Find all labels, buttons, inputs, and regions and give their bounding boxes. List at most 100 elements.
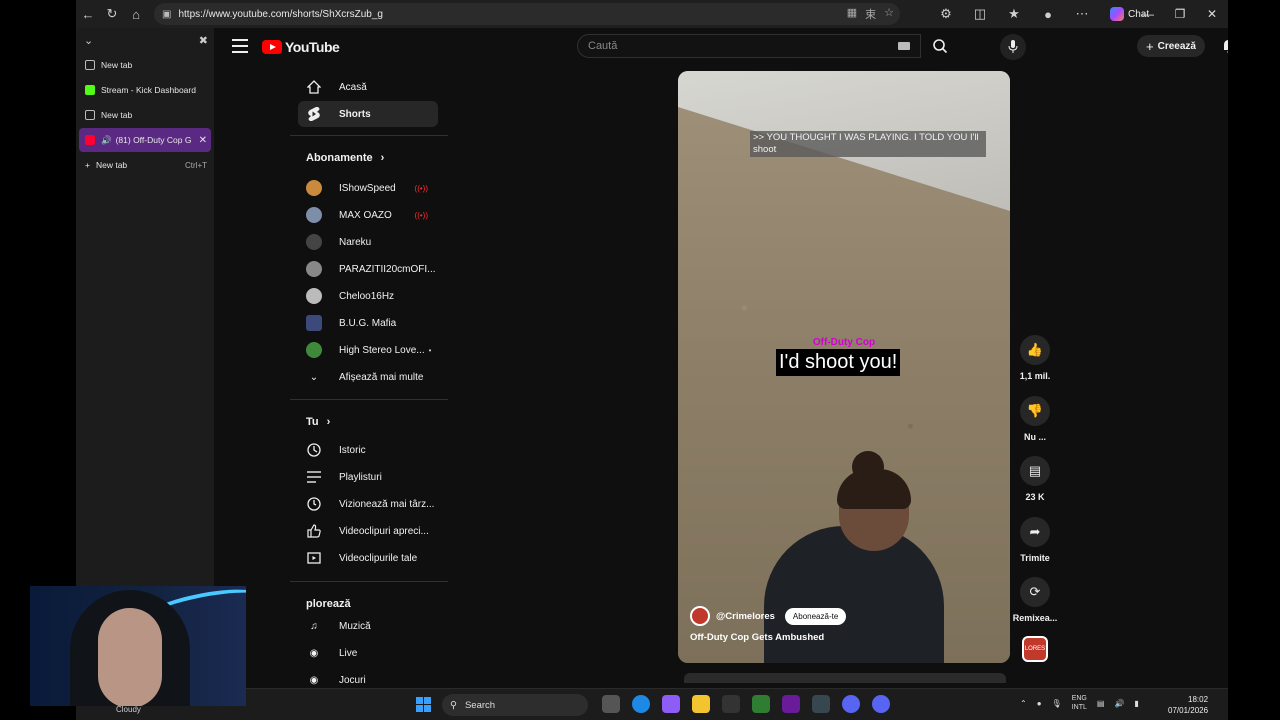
taskbar-clock[interactable]: 18:02 07/01/2026 xyxy=(1168,694,1208,716)
channel-avatar xyxy=(306,342,322,358)
pin-icon[interactable]: ✖ xyxy=(199,34,208,47)
sidebar-item-label: Jocuri xyxy=(339,674,366,686)
extensions-icon[interactable]: ⚙ xyxy=(934,2,958,26)
network-icon[interactable]: ▤ xyxy=(1097,699,1105,708)
app-icon[interactable] xyxy=(752,695,770,713)
sidebar-item-label: Live xyxy=(339,647,358,659)
language-indicator[interactable]: ENG INTL xyxy=(1072,694,1087,712)
favorites-icon[interactable]: ★ xyxy=(1002,2,1026,26)
tab-item[interactable]: New tab xyxy=(79,103,211,127)
sidebar-item-home[interactable]: Acasă xyxy=(298,74,438,100)
translate-icon[interactable]: 束 xyxy=(865,6,876,22)
subscription-item[interactable]: Cheloo16Hz xyxy=(298,283,438,309)
keyboard-icon[interactable] xyxy=(898,42,910,50)
sidebar-item-music[interactable]: ♫ Muzică xyxy=(298,613,438,639)
voice-search-button[interactable] xyxy=(1000,34,1026,60)
microphone-icon[interactable]: 🎙 xyxy=(1052,699,1062,708)
home-browser-icon[interactable]: ⌂ xyxy=(124,2,148,26)
app-icon[interactable]: ▦ xyxy=(847,6,857,22)
shorts-video-player[interactable]: >> YOU THOUGHT I WAS PLAYING. I TOLD YOU… xyxy=(678,71,1010,663)
notifications-bell-icon[interactable] xyxy=(1222,38,1228,59)
dislike-label: Nu ... xyxy=(1024,432,1046,442)
channel-handle[interactable]: @Crimelores xyxy=(716,611,775,622)
collapse-tabs-icon[interactable]: ⌄ xyxy=(84,34,93,47)
remix-button[interactable]: ⟳ Remixea... xyxy=(1010,577,1060,623)
app-icon[interactable] xyxy=(842,695,860,713)
tab-item-active[interactable]: 🔊 (81) Off-Duty Cop G ✕ xyxy=(79,128,211,152)
sidebar-item-your-videos[interactable]: Videoclipurile tale xyxy=(298,545,438,571)
tab-item[interactable]: Stream - Kick Dashboard xyxy=(79,78,211,102)
channel-info: @Crimelores Abonează-te xyxy=(690,606,847,626)
sidebar-item-label: Videoclipurile tale xyxy=(339,552,418,564)
maximize-icon[interactable]: ❐ xyxy=(1164,0,1196,28)
create-button[interactable]: + Creează xyxy=(1137,35,1205,57)
audio-icon[interactable]: 🔊 xyxy=(101,135,112,146)
start-button-icon[interactable] xyxy=(416,697,431,712)
comments-button[interactable]: ▤ 23 K xyxy=(1010,456,1060,502)
task-view-icon[interactable] xyxy=(602,695,620,713)
new-tab-button[interactable]: + New tab Ctrl+T xyxy=(79,153,211,177)
youtube-play-icon xyxy=(262,40,282,54)
favorite-star-icon[interactable]: ☆ xyxy=(884,6,894,22)
app-icon[interactable] xyxy=(812,695,830,713)
section-title: Abonamente xyxy=(306,152,373,164)
short-title[interactable]: Off-Duty Cop Gets Ambushed xyxy=(690,632,824,643)
sidebar-item-history[interactable]: Istoric xyxy=(298,437,438,463)
app-icon[interactable] xyxy=(722,695,740,713)
menu-icon[interactable] xyxy=(232,39,248,53)
sidebar: Acasă Shorts Abonamente › IShowSpeed ((•… xyxy=(214,74,448,720)
sidebar-item-liked-videos[interactable]: Videoclipuri apreci... xyxy=(298,518,438,544)
chevron-up-icon[interactable]: ⌃ xyxy=(1020,699,1027,708)
subscription-item[interactable]: PARAZITII20cmOFI... xyxy=(298,256,438,282)
app-icon[interactable] xyxy=(782,695,800,713)
search-input[interactable]: Caută xyxy=(577,34,921,58)
taskbar-search[interactable]: ⚲ Search xyxy=(442,694,588,716)
channel-name: IShowSpeed xyxy=(339,182,396,194)
show-more-button[interactable]: ⌄ Afișează mai multe xyxy=(298,364,438,390)
discord-icon[interactable] xyxy=(872,695,890,713)
you-header[interactable]: Tu › xyxy=(306,416,330,428)
dislike-button[interactable]: 👎 Nu ... xyxy=(1010,396,1060,442)
shorts-icon xyxy=(306,106,322,122)
show-more-label: Afișează mai multe xyxy=(339,371,424,383)
weather-widget[interactable]: Cloudy xyxy=(116,705,141,714)
youtube-logo[interactable]: YouTube xyxy=(262,39,340,55)
subscription-item[interactable]: IShowSpeed ((•)) xyxy=(298,175,438,201)
sidebar-item-playlists[interactable]: Playlisturi xyxy=(298,464,438,490)
minimize-icon[interactable]: — xyxy=(1132,0,1164,28)
webcam-overlay xyxy=(30,586,246,706)
subscription-item[interactable]: MAX OAZO ((•)) xyxy=(298,202,438,228)
sidebar-item-live[interactable]: ◉ Live xyxy=(298,640,438,666)
tab-item[interactable]: New tab xyxy=(79,53,211,77)
like-button[interactable]: 👍 1,1 mil. xyxy=(1010,335,1060,381)
volume-icon[interactable]: 🔊 xyxy=(1114,699,1124,708)
edge-icon[interactable] xyxy=(632,695,650,713)
subscription-item[interactable]: Nareku xyxy=(298,229,438,255)
more-icon[interactable]: ⋯ xyxy=(1070,2,1094,26)
file-explorer-icon[interactable] xyxy=(692,695,710,713)
remix-icon: ⟳ xyxy=(1020,577,1050,607)
back-icon[interactable]: ← xyxy=(76,2,100,26)
sidebar-item-label: Videoclipuri apreci... xyxy=(339,525,429,537)
subscribe-button[interactable]: Abonează-te xyxy=(784,607,847,625)
reload-icon[interactable]: ↻ xyxy=(100,2,124,26)
copilot-app-icon[interactable] xyxy=(662,695,680,713)
address-bar[interactable]: ▣ https://www.youtube.com/shorts/ShXcrsZ… xyxy=(154,3,900,25)
split-icon[interactable]: ◫ xyxy=(968,2,992,26)
channel-avatar[interactable] xyxy=(690,606,710,626)
tray-app-icon[interactable]: ● xyxy=(1037,699,1042,708)
search-button[interactable] xyxy=(921,34,959,58)
channel-sound-button[interactable]: LORES xyxy=(1010,636,1060,662)
share-button[interactable]: ➦ Trimite xyxy=(1010,517,1060,563)
close-tab-icon[interactable]: ✕ xyxy=(199,135,207,146)
sidebar-item-watch-later[interactable]: Vizionează mai târz... xyxy=(298,491,438,517)
home-icon xyxy=(306,79,322,95)
subscriptions-header[interactable]: Abonamente › xyxy=(306,152,384,164)
close-window-icon[interactable]: ✕ xyxy=(1196,0,1228,28)
battery-icon[interactable]: ▮ xyxy=(1134,699,1138,708)
share-label: Trimite xyxy=(1020,553,1050,563)
subscription-item[interactable]: B.U.G. Mafia xyxy=(298,310,438,336)
sidebar-item-shorts[interactable]: Shorts xyxy=(298,101,438,127)
profile-icon[interactable]: ● xyxy=(1036,2,1060,26)
subscription-item[interactable]: High Stereo Love... • xyxy=(298,337,438,363)
